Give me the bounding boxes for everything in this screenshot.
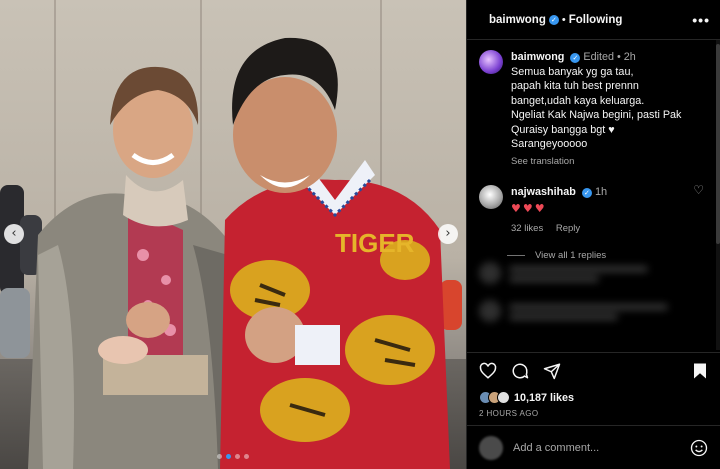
- next-photo-button[interactable]: ›: [438, 224, 458, 244]
- post-caption: baimwong ✓ Edited • 2h Semua banyak yg g…: [467, 40, 720, 169]
- woman-figure: [28, 66, 238, 469]
- edited-label: Edited: [583, 51, 615, 63]
- replies-divider: [507, 255, 525, 256]
- carousel-dot[interactable]: [235, 454, 240, 459]
- view-replies-button[interactable]: View all 1 replies: [467, 236, 720, 261]
- bookmark-icon[interactable]: [692, 362, 708, 380]
- post-side-panel: baimwong ✓ • Following ••• baimwong ✓ Ed…: [466, 0, 720, 469]
- share-icon[interactable]: [543, 362, 561, 380]
- carousel-dot[interactable]: [226, 454, 231, 459]
- carousel-indicator: [0, 454, 466, 459]
- comment-text: ♥♥♥: [511, 202, 547, 215]
- view-replies-label: View all 1 replies: [535, 250, 607, 261]
- caption-username[interactable]: baimwong: [511, 51, 564, 63]
- comment-username[interactable]: najwashihab: [511, 186, 576, 198]
- previous-photo-button[interactable]: ‹: [4, 224, 24, 244]
- header-separator: •: [561, 13, 566, 26]
- caption-body: baimwong ✓ Edited • 2h Semua banyak yg g…: [511, 50, 681, 169]
- comment: najwashihab ✓ 1h ♥♥♥ 32 likes Reply ♡: [467, 169, 720, 236]
- carousel-dot[interactable]: [244, 454, 249, 459]
- man-figure: TIGER: [220, 37, 450, 469]
- comment-heart-icon[interactable]: ♡: [693, 183, 704, 197]
- caption-line: banget,udah kaya keluarga.: [511, 94, 645, 107]
- caption-line: papah kita tuh best prennn: [511, 80, 639, 92]
- liker-avatar: [497, 391, 510, 404]
- post-header: baimwong ✓ • Following •••: [467, 0, 720, 40]
- reply-button[interactable]: Reply: [556, 223, 580, 234]
- instagram-post-modal: TIGER ‹ › baimwong ✓ • Following ••• bai…: [0, 0, 720, 469]
- heart-icon[interactable]: [479, 362, 497, 380]
- comment-likes[interactable]: 32 likes: [511, 223, 543, 234]
- following-button[interactable]: Following: [569, 14, 623, 26]
- avatar[interactable]: [479, 185, 503, 209]
- caption-line: Semua banyak yg ga tau,: [511, 65, 634, 78]
- see-translation-link[interactable]: See translation: [511, 155, 681, 170]
- caption-line: Sarangeyooooo: [511, 138, 588, 150]
- action-icons: [479, 361, 708, 381]
- header-username[interactable]: baimwong: [489, 14, 546, 26]
- comment-body: najwashihab ✓ 1h ♥♥♥ 32 likes Reply: [511, 185, 607, 236]
- post-actions: 10,187 likes 2 HOURS AGO: [467, 352, 720, 418]
- verified-icon: ✓: [548, 14, 559, 25]
- avatar: [479, 435, 503, 460]
- add-comment-input[interactable]: [513, 441, 690, 454]
- verified-icon: ✓: [570, 53, 581, 63]
- post-timestamp[interactable]: 2 HOURS AGO: [479, 409, 708, 418]
- caption-dot: •: [617, 51, 621, 63]
- likes-count[interactable]: 10,187 likes: [514, 392, 574, 404]
- comment-time[interactable]: 1h: [595, 186, 607, 198]
- avatar[interactable]: [479, 50, 503, 74]
- verified-icon: ✓: [581, 188, 592, 198]
- carousel-dot[interactable]: [217, 454, 222, 459]
- more-icon[interactable]: •••: [692, 12, 710, 28]
- caption-time[interactable]: 2h: [624, 51, 636, 63]
- caption-line: Quraisy bangga bgt ♥: [511, 123, 615, 136]
- post-photo[interactable]: TIGER ‹ ›: [0, 0, 466, 469]
- comment-icon[interactable]: [511, 362, 529, 380]
- add-comment-bar: [467, 425, 720, 469]
- comment-meta: 32 likes Reply: [511, 222, 607, 236]
- caption-line: Ngeliat Kak Najwa begini, pasti Pak: [511, 109, 682, 121]
- emoji-icon[interactable]: [690, 439, 708, 457]
- scrollbar-thumb[interactable]: [716, 44, 720, 244]
- shirt-text: TIGER: [335, 228, 415, 258]
- likes-row: 10,187 likes: [479, 391, 708, 404]
- blurred-comments: [479, 262, 708, 352]
